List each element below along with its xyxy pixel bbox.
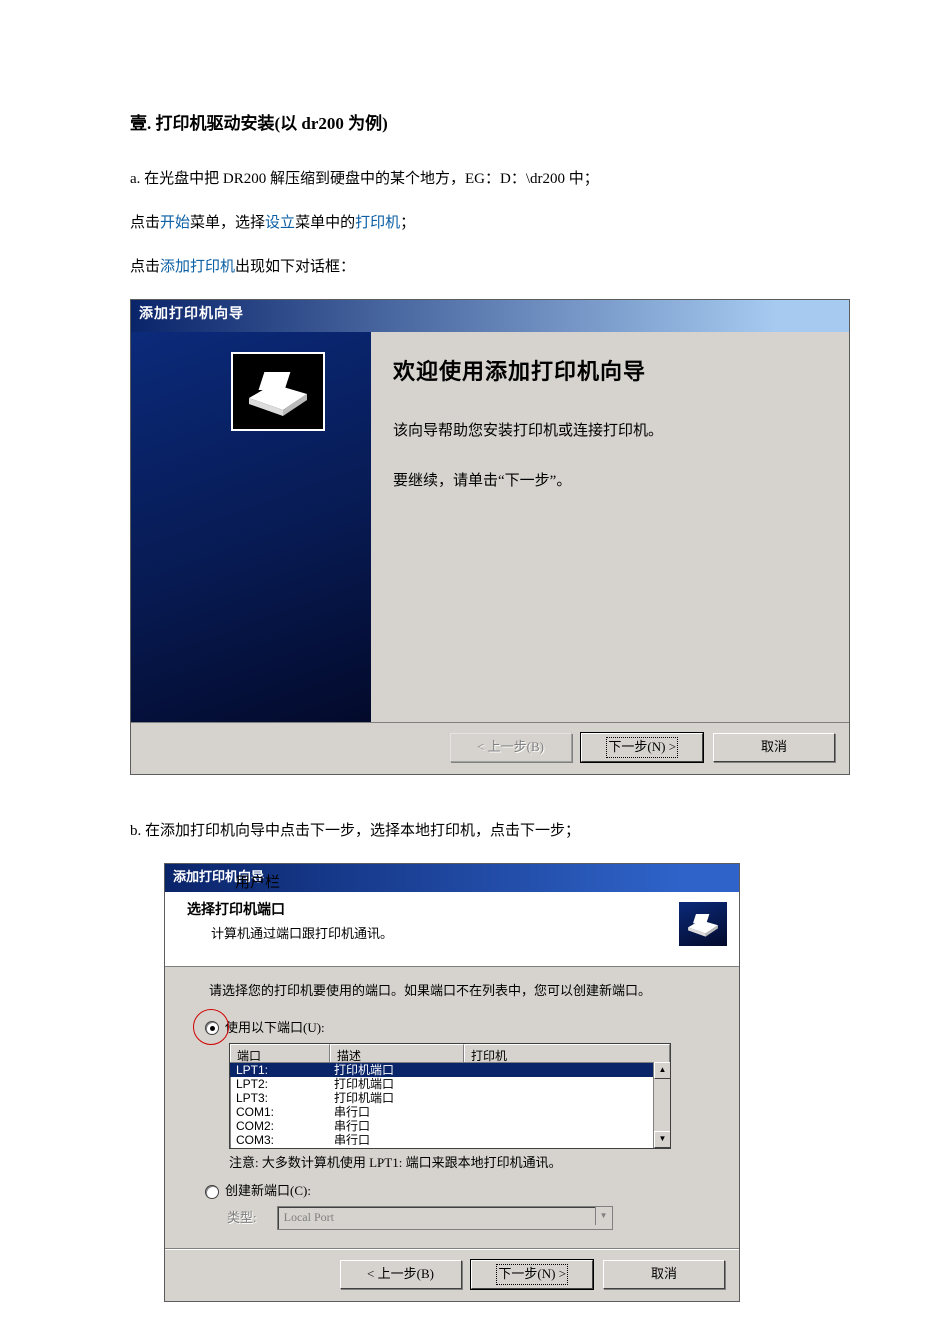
create-port-radio-row[interactable]: 创建新端口(C): — [205, 1181, 717, 1202]
link-settings: 设立 — [265, 215, 295, 231]
paragraph-b: b. 在添加打印机向导中点击下一步，选择本地打印机，点击下一步； — [130, 819, 870, 843]
list-item[interactable]: LPT2:打印机端口 — [230, 1077, 670, 1091]
dialog-footer: < 上一步(B) 下一步(N) > 取消 — [165, 1250, 739, 1301]
chevron-down-icon: ▼ — [595, 1207, 612, 1225]
dialog-titlebar[interactable]: 添加打印机向导 — [131, 300, 849, 332]
text: 菜单中的 — [295, 215, 355, 231]
list-item[interactable]: COM1:串行口 — [230, 1105, 670, 1119]
cancel-button[interactable]: 取消 — [713, 733, 835, 762]
wizard-description: 该向导帮助您安装打印机或连接打印机。 — [393, 419, 819, 443]
column-port[interactable]: 端口 — [230, 1044, 330, 1062]
text: ； — [400, 215, 415, 231]
scrollbar[interactable]: ▲ ▼ — [653, 1062, 670, 1148]
use-port-label: 使用以下端口(U): — [225, 1018, 325, 1039]
port-type-value: Local Port — [284, 1210, 334, 1224]
create-port-label: 创建新端口(C): — [225, 1181, 311, 1202]
list-item[interactable]: LPT1:打印机端口 — [230, 1063, 670, 1077]
port-note: 注意: 大多数计算机使用 LPT1: 端口来跟本地打印机通讯。 — [229, 1153, 717, 1174]
dialog-subtitle-desc: 计算机通过端口跟打印机通讯。 — [211, 924, 725, 945]
dialog-subtitle: 选择打印机端口 — [187, 900, 725, 922]
wizard-sidebar-image — [131, 332, 371, 722]
next-button[interactable]: 下一步(N) > — [581, 733, 703, 762]
column-description[interactable]: 描述 — [330, 1044, 464, 1062]
add-printer-wizard-welcome-dialog: 添加打印机向导 欢迎使用添加打印机向导 该向导帮助您安装打印机或连接打印机。 要… — [130, 299, 850, 775]
list-item[interactable]: COM2:串行口 — [230, 1119, 670, 1133]
text: 点击 — [130, 215, 160, 231]
column-printer[interactable]: 打印机 — [464, 1044, 670, 1062]
scroll-down-button[interactable]: ▼ — [654, 1131, 671, 1148]
port-type-select: Local Port ▼ — [277, 1206, 613, 1230]
create-port-radio[interactable] — [205, 1185, 219, 1199]
wizard-welcome-title: 欢迎使用添加打印机向导 — [393, 354, 819, 389]
text: 点击 — [130, 259, 160, 275]
paragraph-3: 点击添加打印机出现如下对话框： — [130, 255, 870, 279]
printer-icon — [231, 352, 325, 431]
paragraph-a: a. 在光盘中把 DR200 解压缩到硬盘中的某个地方，EG：D：\dr200 … — [130, 167, 870, 191]
list-item[interactable]: COM3:串行口 — [230, 1133, 670, 1145]
port-instruction-text: 请选择您的打印机要使用的端口。如果端口不在列表中，您可以创建新端口。 — [209, 981, 717, 1002]
link-add-printer: 添加打印机 — [160, 259, 235, 275]
dialog-header-panel: 选择打印机端口 计算机通过端口跟打印机通讯。 — [165, 892, 739, 967]
next-button-label: 下一步(N) > — [606, 737, 678, 758]
text: 出现如下对话框： — [235, 259, 355, 275]
listbox-header[interactable]: 端口 描述 打印机 — [230, 1044, 670, 1063]
link-printers: 打印机 — [355, 215, 400, 231]
list-item[interactable]: LPT3:打印机端口 — [230, 1091, 670, 1105]
back-button: < 上一步(B) — [450, 733, 572, 762]
text: 菜单，选择 — [190, 215, 265, 231]
next-button[interactable]: 下一步(N) > — [471, 1260, 593, 1289]
use-port-radio-row[interactable]: 使用以下端口(U): — [205, 1018, 717, 1039]
listbox-rows[interactable]: LPT1:打印机端口LPT2:打印机端口LPT3:打印机端口COM1:串行口CO… — [230, 1063, 670, 1145]
link-start-menu: 开始 — [160, 215, 190, 231]
paragraph-2: 点击开始菜单，选择设立菜单中的打印机； — [130, 211, 870, 235]
use-port-radio[interactable] — [205, 1021, 219, 1035]
next-button-label: 下一步(N) > — [496, 1264, 568, 1285]
cancel-button[interactable]: 取消 — [603, 1260, 725, 1289]
type-label: 类型: — [227, 1208, 257, 1229]
scroll-up-button[interactable]: ▲ — [654, 1062, 671, 1079]
add-printer-wizard-port-dialog: 添加打印机向导 选择打印机端口 计算机通过端口跟打印机通讯。 请选择您的打印机要… — [164, 863, 740, 1302]
printer-icon — [679, 902, 727, 946]
wizard-continue-hint: 要继续，请单击“下一步”。 — [393, 469, 819, 493]
section-heading: 壹. 打印机驱动安装(以 dr200 为例) — [130, 110, 870, 137]
port-listbox[interactable]: 端口 描述 打印机 LPT1:打印机端口LPT2:打印机端口LPT3:打印机端口… — [229, 1043, 671, 1149]
back-button[interactable]: < 上一步(B) — [340, 1260, 462, 1289]
dialog-footer: < 上一步(B) 下一步(N) > 取消 — [131, 722, 849, 774]
